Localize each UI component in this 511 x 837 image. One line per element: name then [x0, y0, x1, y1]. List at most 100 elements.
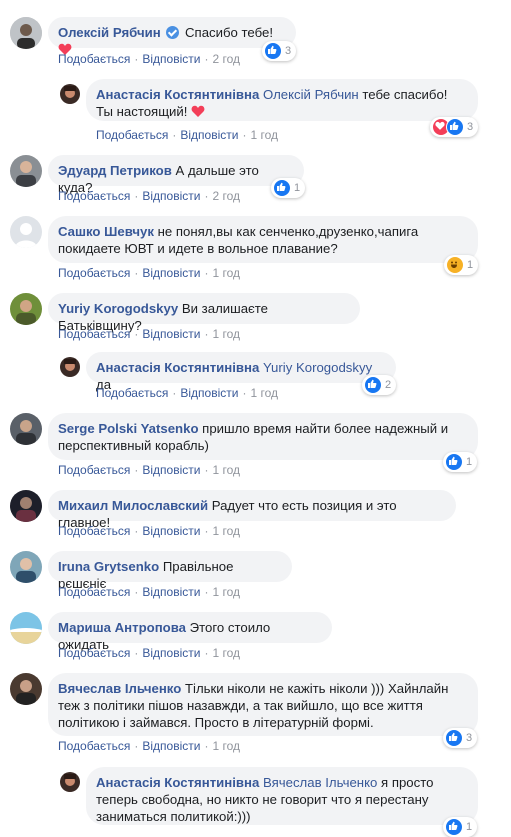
- like-link[interactable]: Подобається: [96, 386, 168, 400]
- reply-link[interactable]: Відповісти: [180, 386, 238, 400]
- like-link[interactable]: Подобається: [58, 585, 130, 599]
- comment-bubble: Iruna Grytsenko Правільное рєшєніє: [48, 551, 292, 591]
- like-icon: [264, 42, 282, 60]
- timestamp[interactable]: 1 год: [250, 386, 278, 400]
- comment-author[interactable]: Вячеслав Ільченко: [58, 681, 181, 696]
- comment-actions: Подобається · Відповісти · 1 год: [58, 585, 240, 599]
- comment-bubble: Вячеслав Ільченко Тільки ніколи не кажіт…: [48, 673, 478, 736]
- comment-author[interactable]: Анастасія Костянтинівна: [96, 775, 259, 790]
- comment-actions: Подобається · Відповісти · 1 год: [58, 646, 240, 660]
- verified-icon: [166, 26, 180, 39]
- reaction-count[interactable]: 3: [443, 728, 478, 748]
- mention-link[interactable]: Олексій Рябчин: [263, 87, 359, 102]
- reply-link[interactable]: Відповісти: [142, 646, 200, 660]
- like-link[interactable]: Подобається: [58, 327, 130, 341]
- comment-author[interactable]: Эдуард Петриков: [58, 163, 172, 178]
- like-icon: [445, 818, 463, 836]
- avatar[interactable]: [10, 673, 42, 705]
- like-link[interactable]: Подобається: [58, 463, 130, 477]
- like-icon: [364, 376, 382, 394]
- like-link[interactable]: Подобається: [58, 266, 130, 280]
- timestamp[interactable]: 1 год: [212, 739, 240, 753]
- like-icon: [445, 729, 463, 747]
- comment-author[interactable]: Сашко Шевчук: [58, 224, 154, 239]
- like-link[interactable]: Подобається: [58, 524, 130, 538]
- comment-actions: Подобається · Відповісти · 1 год: [58, 524, 240, 538]
- reply-link[interactable]: Відповісти: [142, 327, 200, 341]
- avatar[interactable]: [10, 612, 42, 644]
- comment-author[interactable]: Iruna Grytsenko: [58, 559, 159, 574]
- comment-author[interactable]: Serge Polski Yatsenko: [58, 421, 199, 436]
- comment-author[interactable]: Yuriy Korogodskyy: [58, 301, 178, 316]
- comment-actions: Подобається · Відповісти · 1 год: [58, 266, 240, 280]
- timestamp[interactable]: 1 год: [212, 585, 240, 599]
- mention-link[interactable]: Yuriy Korogodskyy: [263, 360, 372, 375]
- comment-bubble: Олексій Рябчин Спасибо тебе!: [48, 17, 296, 55]
- reaction-count[interactable]: 3: [430, 117, 479, 137]
- reaction-count[interactable]: 1: [444, 255, 479, 275]
- like-link[interactable]: Подобається: [58, 52, 130, 66]
- timestamp[interactable]: 2 год: [212, 52, 240, 66]
- comment-actions: Подобається · Відповісти · 2 год: [58, 52, 240, 66]
- comment-bubble: Анастасія Костянтинівна Олексій Рябчин т…: [86, 79, 478, 121]
- comment-actions: Подобається · Відповісти · 1 год: [58, 463, 240, 477]
- comment-author[interactable]: Анастасія Костянтинівна: [96, 360, 259, 375]
- timestamp[interactable]: 2 год: [212, 189, 240, 203]
- reply-link[interactable]: Відповісти: [142, 739, 200, 753]
- timestamp[interactable]: 1 год: [250, 128, 278, 142]
- avatar[interactable]: [60, 84, 80, 104]
- reply-link[interactable]: Відповісти: [142, 189, 200, 203]
- comment-actions: Подобається · Відповісти · 1 год: [96, 128, 278, 142]
- avatar[interactable]: [10, 293, 42, 325]
- comment-actions: Подобається · Відповісти · 1 год: [96, 386, 278, 400]
- reply-link[interactable]: Відповісти: [142, 524, 200, 538]
- avatar[interactable]: [60, 772, 80, 792]
- like-link[interactable]: Подобається: [58, 189, 130, 203]
- like-icon: [446, 118, 464, 136]
- heart-icon: [191, 105, 205, 117]
- comment-author[interactable]: Олексій Рябчин: [58, 25, 161, 40]
- like-link[interactable]: Подобається: [58, 739, 130, 753]
- timestamp[interactable]: 1 год: [212, 524, 240, 538]
- timestamp[interactable]: 1 год: [212, 327, 240, 341]
- comment-bubble: Михаил Милославский Радует что есть пози…: [48, 490, 456, 530]
- comment-author[interactable]: Мариша Антропова: [58, 620, 186, 635]
- timestamp[interactable]: 1 год: [212, 266, 240, 280]
- comment-bubble: Анастасія Костянтинівна Вячеслав Ільченк…: [86, 767, 478, 825]
- comment-bubble: Мариша Антропова Этого стоило ожидать: [48, 612, 332, 652]
- comment-text: Спасибо тебе!: [185, 25, 274, 40]
- like-link[interactable]: Подобається: [96, 128, 168, 142]
- avatar[interactable]: [10, 551, 42, 583]
- reply-link[interactable]: Відповісти: [142, 266, 200, 280]
- reaction-count[interactable]: 3: [262, 41, 297, 61]
- like-link[interactable]: Подобається: [58, 646, 130, 660]
- avatar[interactable]: [10, 17, 42, 49]
- reply-link[interactable]: Відповісти: [142, 585, 200, 599]
- comment-author[interactable]: Анастасія Костянтинівна: [96, 87, 259, 102]
- reaction-count[interactable]: 1: [443, 817, 478, 837]
- reaction-count[interactable]: 2: [362, 375, 397, 395]
- comment-bubble: Сашко Шевчук не понял,вы как сенченко,др…: [48, 216, 478, 263]
- reaction-count[interactable]: 1: [271, 178, 306, 198]
- reply-link[interactable]: Відповісти: [180, 128, 238, 142]
- comment-bubble: Serge Polski Yatsenko пришло время найти…: [48, 413, 478, 460]
- avatar[interactable]: [10, 155, 42, 187]
- mention-link[interactable]: Вячеслав Ільченко: [263, 775, 377, 790]
- timestamp[interactable]: 1 год: [212, 646, 240, 660]
- avatar[interactable]: [10, 490, 42, 522]
- comment-author[interactable]: Михаил Милославский: [58, 498, 208, 513]
- comment-actions: Подобається · Відповісти · 1 год: [58, 739, 240, 753]
- haha-icon: [446, 256, 464, 274]
- reaction-count[interactable]: 1: [443, 452, 478, 472]
- reply-link[interactable]: Відповісти: [142, 52, 200, 66]
- comment-bubble: Эдуард Петриков А дальше это куда?: [48, 155, 304, 195]
- like-icon: [445, 453, 463, 471]
- comment-bubble: Yuriy Korogodskyy Ви залишаєте Батьківщи…: [48, 293, 360, 333]
- avatar[interactable]: [10, 216, 42, 248]
- avatar[interactable]: [60, 357, 80, 377]
- avatar[interactable]: [10, 413, 42, 445]
- timestamp[interactable]: 1 год: [212, 463, 240, 477]
- like-icon: [273, 179, 291, 197]
- reply-link[interactable]: Відповісти: [142, 463, 200, 477]
- comment-actions: Подобається · Відповісти · 2 год: [58, 189, 240, 203]
